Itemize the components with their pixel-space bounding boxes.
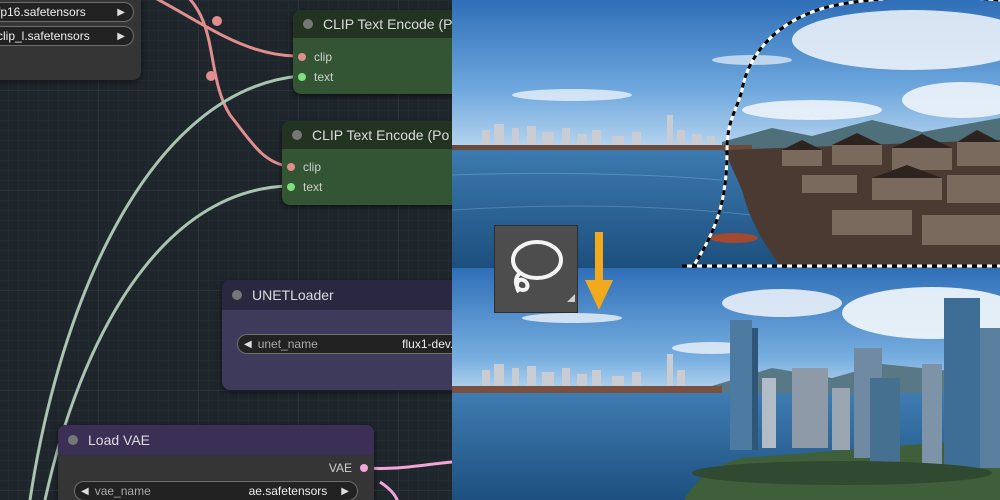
slot-dot-icon[interactable] [287, 163, 295, 171]
vae-name-widget[interactable]: ◀ vae_name ae.safetensors ▶ [74, 481, 358, 500]
node-title: UNETLoader [252, 287, 334, 303]
input-slot-clip[interactable]: clip [298, 50, 332, 64]
slot-label: text [303, 180, 323, 194]
node-header[interactable]: CLIP Text Encode (Po [282, 121, 452, 149]
node-title: Load VAE [88, 432, 151, 448]
down-arrow-icon [585, 232, 613, 310]
node-header[interactable]: Load VAE [58, 425, 374, 455]
node-header[interactable]: CLIP Text Encode (P [293, 10, 452, 38]
dual-clip-loader-node[interactable]: fp16.safetensors ▶ clip_l.safetensors ▶ [0, 0, 141, 80]
input-slot-text[interactable]: text [298, 70, 333, 84]
lasso-tool-icon [511, 240, 575, 302]
slot-label: clip [303, 160, 322, 174]
slot-dot-icon[interactable] [298, 53, 306, 61]
slot-dot-icon[interactable] [360, 464, 368, 472]
vae-wire [363, 460, 452, 470]
clip-text-encode-node-1[interactable]: CLIP Text Encode (P clip text [293, 10, 452, 94]
widget-value: fp16.safetensors [0, 5, 86, 19]
triangle-left-icon[interactable]: ◀ [244, 339, 252, 350]
clip-wire-1 [155, 0, 297, 58]
widget-value: ae.safetensors [248, 484, 328, 498]
wire-reroute-dot [206, 71, 216, 81]
unet-loader-node[interactable]: UNETLoader ◀ unet_name flux1-dev.safe [222, 280, 452, 390]
widget-value: clip_l.safetensors [0, 29, 90, 43]
load-vae-node[interactable]: Load VAE VAE ◀ vae_name ae.safetensors ▶ [58, 425, 374, 500]
collapse-dot-icon[interactable] [68, 435, 78, 445]
slot-dot-icon[interactable] [298, 73, 306, 81]
clip-name2-widget[interactable]: clip_l.safetensors ▶ [0, 26, 134, 46]
clip-wire-2 [188, 0, 288, 168]
input-slot-text[interactable]: text [287, 180, 322, 194]
collapse-dot-icon[interactable] [292, 130, 302, 140]
slot-label: clip [314, 50, 333, 64]
clip-name1-widget[interactable]: fp16.safetensors ▶ [0, 2, 134, 22]
node-header[interactable]: UNETLoader [222, 280, 452, 310]
clip-text-encode-node-2[interactable]: CLIP Text Encode (Po clip text [282, 121, 452, 205]
output-slot-vae[interactable]: VAE [329, 461, 368, 475]
triangle-right-icon[interactable]: ▶ [117, 31, 125, 42]
node-title: CLIP Text Encode (P [323, 16, 452, 32]
widget-label: vae_name [94, 484, 151, 498]
unet-name-widget[interactable]: ◀ unet_name flux1-dev.safe [237, 334, 452, 354]
triangle-right-icon[interactable]: ▶ [341, 486, 349, 497]
collapse-dot-icon[interactable] [303, 19, 313, 29]
input-slot-clip[interactable]: clip [287, 160, 321, 174]
slot-dot-icon[interactable] [287, 183, 295, 191]
widget-value: flux1-dev.safe [402, 337, 452, 351]
triangle-right-icon[interactable]: ▶ [117, 7, 125, 18]
slot-label: text [314, 70, 334, 84]
lasso-tool-button[interactable] [494, 225, 578, 313]
node-title: CLIP Text Encode (Po [312, 127, 450, 143]
triangle-left-icon[interactable]: ◀ [81, 486, 89, 497]
widget-label: unet_name [257, 337, 318, 351]
slot-label: VAE [328, 461, 352, 475]
node-graph-canvas[interactable]: fp16.safetensors ▶ clip_l.safetensors ▶ … [0, 0, 452, 500]
wire-reroute-dot [212, 16, 222, 26]
collapse-dot-icon[interactable] [232, 290, 242, 300]
